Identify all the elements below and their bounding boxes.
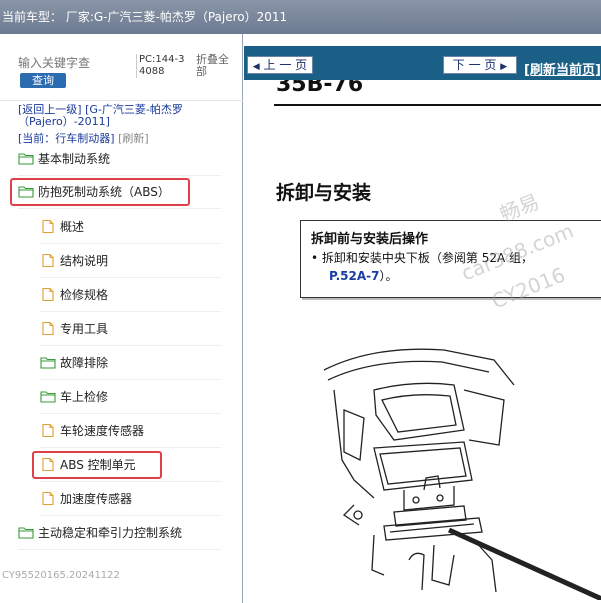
document-icon — [40, 491, 56, 506]
reference-link[interactable]: P.52A-7 — [329, 269, 379, 283]
folder-icon — [40, 390, 56, 403]
tree-item[interactable]: 主动稳定和牵引力控制系统 — [18, 516, 221, 550]
next-page-button[interactable]: 下 一 页 ▶ — [443, 56, 517, 74]
page-title: 拆卸与安装 — [276, 182, 372, 204]
document-panel: ◀ 上 一 页 下 一 页 ▶ [刷新当前页] 35B-76 拆卸与安装 拆卸前… — [244, 34, 601, 603]
document-view: 35B-76 拆卸与安装 拆卸前与安装后操作 • 拆卸和安装中央下板（参阅第 5… — [244, 80, 601, 603]
tree-item[interactable]: 检修规格 — [40, 278, 221, 312]
note-title: 拆卸前与安装后操作 — [311, 232, 429, 247]
prev-page-button[interactable]: ◀ 上 一 页 — [247, 56, 313, 74]
navigation-panel: 查询 PC:144-34088 折叠全部 [返回上一级] [G-广汽三菱-帕杰罗… — [0, 34, 243, 603]
folder-icon — [18, 152, 34, 165]
search-input[interactable] — [18, 54, 104, 72]
document-icon — [40, 423, 56, 438]
page-toolbar: ◀ 上 一 页 下 一 页 ▶ [刷新当前页] — [244, 46, 601, 80]
reference-suffix: ）。 — [379, 269, 398, 283]
section-code: 35B-76 — [276, 80, 364, 97]
tree-item-label: 车上检修 — [60, 390, 109, 404]
search-button[interactable]: 查询 — [20, 73, 66, 88]
highlight-box — [10, 178, 190, 206]
dashboard-diagram — [323, 348, 601, 600]
tree-item[interactable]: 概述 — [40, 210, 221, 244]
footer-watermark: CY95520165.20241122 — [2, 570, 120, 581]
triangle-right-icon: ▶ — [500, 62, 508, 72]
folder-icon — [18, 526, 34, 539]
tree-item[interactable]: 车轮速度传感器 — [40, 414, 221, 448]
tree-item[interactable]: 基本制动系统 — [18, 142, 221, 176]
tree-item-label: 专用工具 — [60, 322, 109, 336]
breadcrumb: [返回上一级] [G-广汽三菱-帕杰罗（Pajero）-2011] — [18, 104, 238, 128]
window-title: 当前车型： 厂家:G-广汽三菱-帕杰罗（Pajero）2011 — [0, 0, 601, 34]
search-area: 查询 PC:144-34088 折叠全部 — [0, 46, 243, 94]
pc-code: PC:144-34088 — [136, 54, 186, 78]
tree-item[interactable]: 专用工具 — [40, 312, 221, 346]
document-icon — [40, 219, 56, 234]
refresh-page-link[interactable]: [刷新当前页] — [524, 59, 601, 78]
tree-item[interactable]: 结构说明 — [40, 244, 221, 278]
header-rule — [274, 104, 601, 106]
divider — [0, 100, 243, 101]
triangle-left-icon: ◀ — [252, 62, 260, 72]
tree-item[interactable]: 加速度传感器 — [40, 482, 221, 516]
tree-item-label: 检修规格 — [60, 288, 109, 302]
tree-item-label: 主动稳定和牵引力控制系统 — [38, 526, 183, 540]
tree-item-label: 故障排除 — [60, 356, 109, 370]
tree-item-label: 概述 — [60, 220, 85, 234]
tree-item[interactable]: 故障排除 — [40, 346, 221, 380]
document-icon — [40, 321, 56, 336]
document-icon — [40, 253, 56, 268]
tree-item[interactable]: 车上检修 — [40, 380, 221, 414]
highlight-box — [32, 451, 162, 479]
tree-item-label: 基本制动系统 — [38, 152, 111, 166]
reference: P.52A-7）。 — [329, 267, 397, 284]
document-icon — [40, 287, 56, 302]
tree-item-label: 加速度传感器 — [60, 492, 133, 506]
collapse-all-button[interactable]: 折叠全部 — [196, 54, 236, 78]
tree-item-label: 结构说明 — [60, 254, 109, 268]
tree-item-label: 车轮速度传感器 — [60, 424, 145, 438]
folder-icon — [40, 356, 56, 369]
